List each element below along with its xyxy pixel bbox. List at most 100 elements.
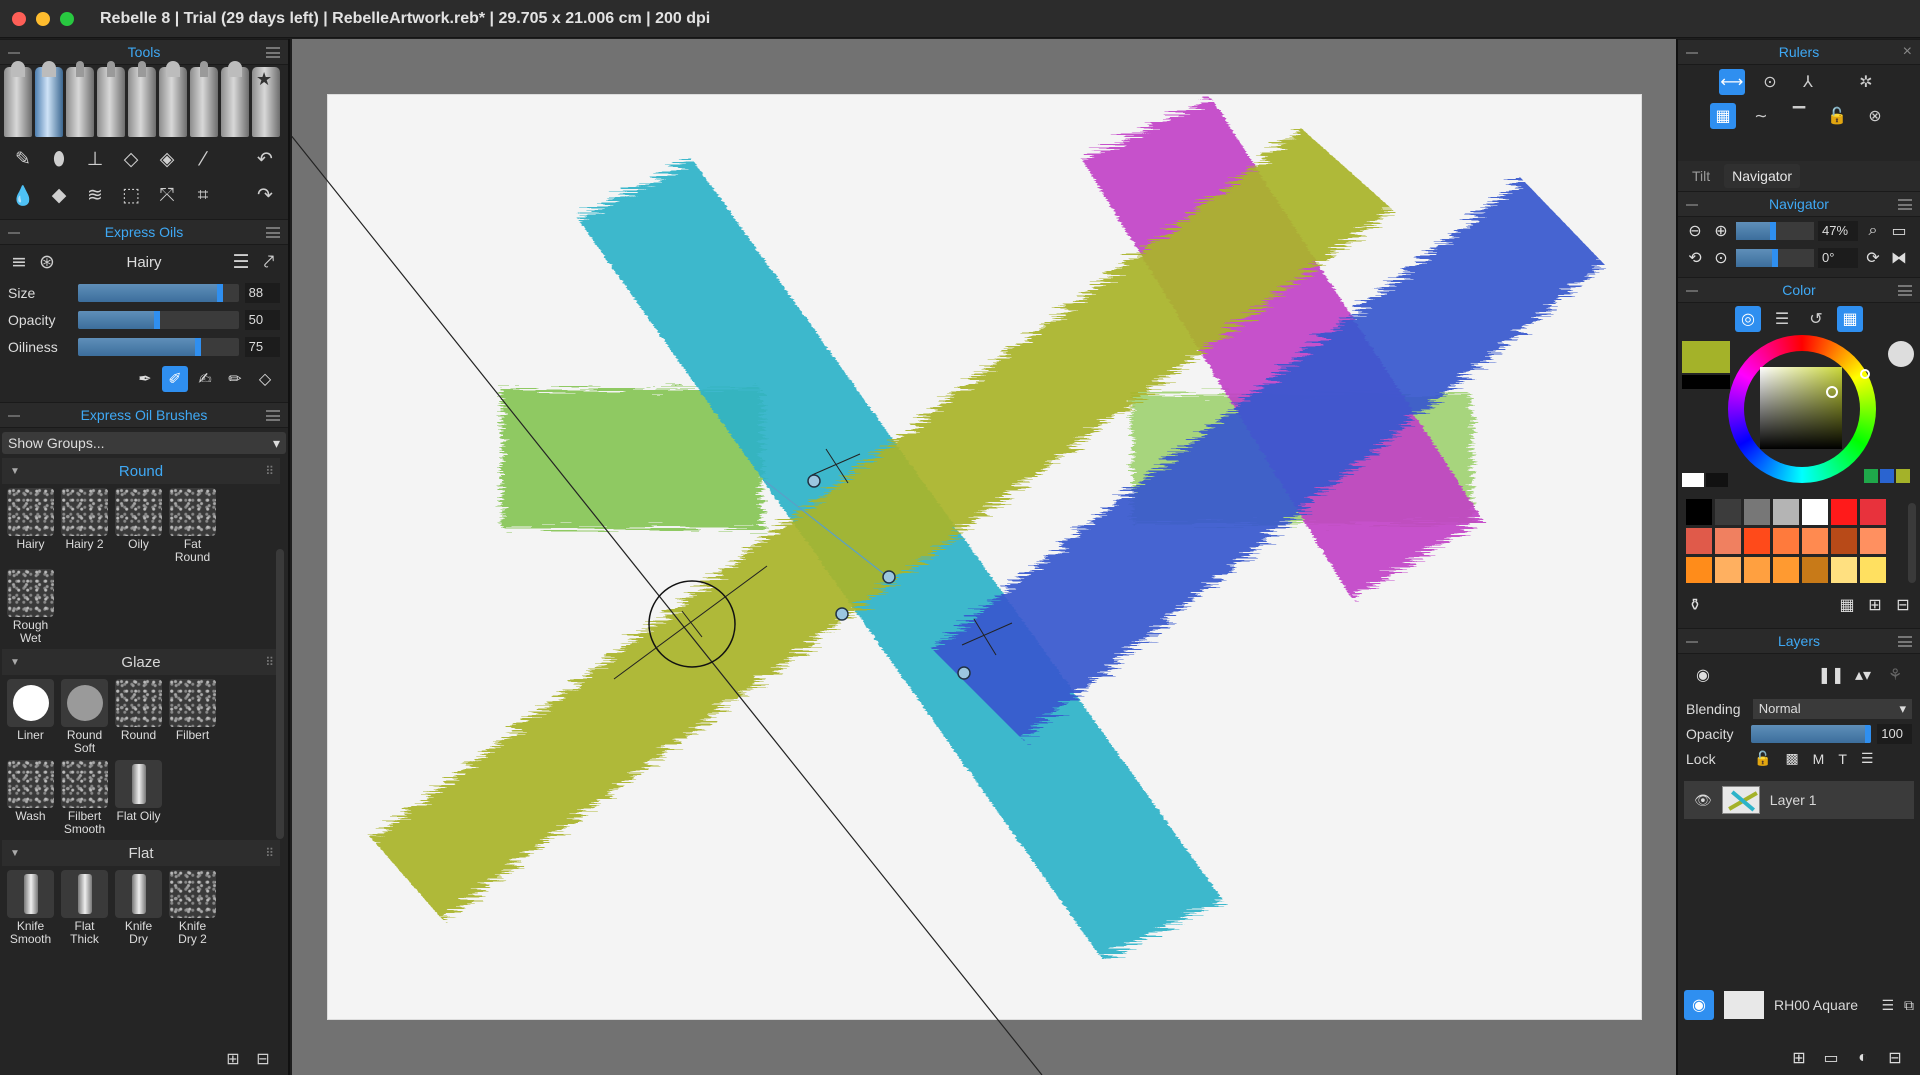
add-brush-icon[interactable]: ⊞	[222, 1047, 244, 1069]
expand-triangle-icon[interactable]: ▼	[10, 657, 20, 668]
rotation-value[interactable]: 0°	[1818, 247, 1858, 268]
color-mixer-icon[interactable]	[1888, 341, 1914, 367]
brush-preset[interactable]: Knife Dry	[114, 870, 163, 946]
paper-export-icon[interactable]: ⧉	[1904, 997, 1914, 1014]
brush-group-header[interactable]: ▼ Glaze ⠿	[2, 649, 280, 675]
color-wheel-mode-icon[interactable]: ◎	[1735, 306, 1761, 332]
collapse-icon[interactable]	[8, 415, 20, 417]
canvas-area[interactable]	[292, 39, 1676, 1075]
brush-preset[interactable]: Round Soft	[60, 679, 109, 755]
measure-ruler-icon[interactable]: ▔	[1786, 103, 1812, 129]
preset-name[interactable]: Hairy	[64, 254, 224, 271]
zoom-slider-knob[interactable]	[1770, 221, 1776, 240]
remove-swatch-icon[interactable]: ⊟	[1892, 594, 1914, 616]
erase-mode-icon[interactable]: ◇	[252, 366, 278, 392]
color-swatch[interactable]	[1686, 499, 1712, 525]
clear-rulers-icon[interactable]: ⊗	[1862, 103, 1888, 129]
mixing-cup-icon[interactable]: ⚱	[1684, 594, 1706, 616]
slider-track[interactable]	[78, 283, 239, 302]
color-swatch[interactable]	[1860, 528, 1886, 554]
color-history-icon[interactable]: ↺	[1803, 306, 1829, 332]
zoom-value[interactable]: 47%	[1818, 220, 1858, 241]
zoom-slider[interactable]	[1736, 221, 1814, 240]
perspective-ruler-icon[interactable]: ⅄	[1795, 69, 1821, 95]
selection-icon[interactable]: ⬚	[116, 180, 146, 210]
color-swatch[interactable]	[1831, 499, 1857, 525]
color-swatch[interactable]	[1860, 499, 1886, 525]
duplicate-layer-icon[interactable]: ◐	[1852, 1047, 1874, 1069]
rotate-left-icon[interactable]: ⟲	[1684, 247, 1706, 269]
hue-wheel[interactable]	[1728, 335, 1876, 483]
stamp-icon[interactable]: ⊥	[80, 144, 110, 174]
color-swatch[interactable]	[1802, 499, 1828, 525]
paper-settings-icon[interactable]: ☰	[1881, 997, 1894, 1014]
lock-layer-icon[interactable]: 🔓	[1754, 750, 1771, 767]
palette-scrollbar[interactable]	[1908, 503, 1916, 583]
color-swatch[interactable]	[1744, 557, 1770, 583]
slider-knob[interactable]	[154, 310, 161, 329]
slider-value[interactable]: 88	[244, 282, 280, 303]
mask-toggle[interactable]: M	[1813, 751, 1825, 767]
collapse-icon[interactable]	[1686, 290, 1698, 292]
color-swatch[interactable]	[1773, 499, 1799, 525]
brush-group-header[interactable]: ▼ Round ⠿	[2, 458, 280, 484]
panel-menu-icon[interactable]	[266, 410, 280, 421]
panel-menu-icon[interactable]	[1898, 199, 1912, 210]
color-swatch[interactable]	[1715, 528, 1741, 554]
layer-opacity-slider[interactable]	[1750, 724, 1872, 743]
visibility-toggle-icon[interactable]: ◉	[1692, 664, 1714, 686]
eye-icon[interactable]: 👁	[1694, 792, 1712, 809]
hue-picker-handle[interactable]	[1860, 369, 1870, 379]
drag-grip-icon[interactable]: ⠿	[265, 464, 274, 478]
zoom-window-button[interactable]	[60, 11, 74, 26]
layer-row[interactable]: 👁 Layer 1	[1684, 781, 1914, 819]
delete-layer-icon[interactable]: ⊟	[1884, 1047, 1906, 1069]
rotation-slider[interactable]	[1736, 248, 1814, 267]
lock-transparency-icon[interactable]: ▩	[1785, 750, 1798, 767]
color-palette-mode-icon[interactable]: ▦	[1837, 306, 1863, 332]
rotate-right-icon[interactable]: ⟳	[1862, 247, 1884, 269]
new-layer-icon[interactable]: ⊞	[1788, 1047, 1810, 1069]
brush-preset[interactable]: Hairy	[6, 488, 55, 564]
reset-preset-icon[interactable]: ⊛	[36, 247, 58, 277]
collapse-icon[interactable]	[1686, 52, 1698, 54]
pencil-mode-icon[interactable]: ✏	[222, 366, 248, 392]
black-swatch[interactable]	[1706, 473, 1728, 487]
brush-preset[interactable]: Fat Round	[168, 488, 217, 564]
collapse-icon[interactable]	[8, 52, 20, 54]
paper-name[interactable]: RH00 Aquare	[1774, 997, 1871, 1013]
brush-preset[interactable]: Filbert	[168, 679, 217, 755]
brush-preset[interactable]: Knife Smooth	[6, 870, 55, 946]
brush-preset[interactable]: Round	[114, 679, 163, 755]
ruler-handle[interactable]	[957, 666, 971, 680]
brush-preset[interactable]: Wash	[6, 760, 55, 836]
wet-layer-icon[interactable]: ▴▾	[1852, 664, 1874, 686]
brush-preset[interactable]: Flat Thick	[60, 870, 109, 946]
color-swatch[interactable]	[1715, 499, 1741, 525]
panel-menu-icon[interactable]	[1898, 636, 1912, 647]
straight-ruler-icon[interactable]: ⟷	[1719, 69, 1745, 95]
collapse-icon[interactable]	[1686, 204, 1698, 206]
slider-track[interactable]	[78, 310, 239, 329]
remove-brush-icon[interactable]: ⊟	[252, 1047, 274, 1069]
new-group-icon[interactable]: ▭	[1820, 1047, 1842, 1069]
undo-icon[interactable]: ↶	[250, 144, 280, 174]
grid-icon[interactable]: ▦	[1710, 103, 1736, 129]
tab-navigator[interactable]: Navigator	[1724, 164, 1801, 188]
pastel-tool[interactable]	[66, 61, 94, 137]
blow-icon[interactable]: ≋	[80, 180, 110, 210]
tab-tilt[interactable]: Tilt	[1684, 164, 1718, 188]
smudge-icon[interactable]: ✎	[8, 144, 38, 174]
slider-track[interactable]	[78, 337, 239, 356]
recent-blue-swatch[interactable]	[1880, 469, 1894, 483]
ellipse-ruler-icon[interactable]: ⊙	[1757, 69, 1783, 95]
blend-icon[interactable]: ⬮	[44, 144, 74, 174]
paper-thumbnail[interactable]	[1724, 991, 1764, 1019]
brush-group-header[interactable]: ▼ Flat ⠿	[2, 840, 280, 866]
recent-green-swatch[interactable]	[1864, 469, 1878, 483]
fit-zoom-icon[interactable]: ⌕	[1862, 220, 1884, 242]
zoom-out-icon[interactable]: ⊖	[1684, 220, 1706, 242]
brush-preset[interactable]: Filbert Smooth	[60, 760, 109, 836]
brush-preset[interactable]: Oily	[114, 488, 163, 564]
brush-stroke-icon[interactable]: ⤤	[258, 247, 280, 277]
